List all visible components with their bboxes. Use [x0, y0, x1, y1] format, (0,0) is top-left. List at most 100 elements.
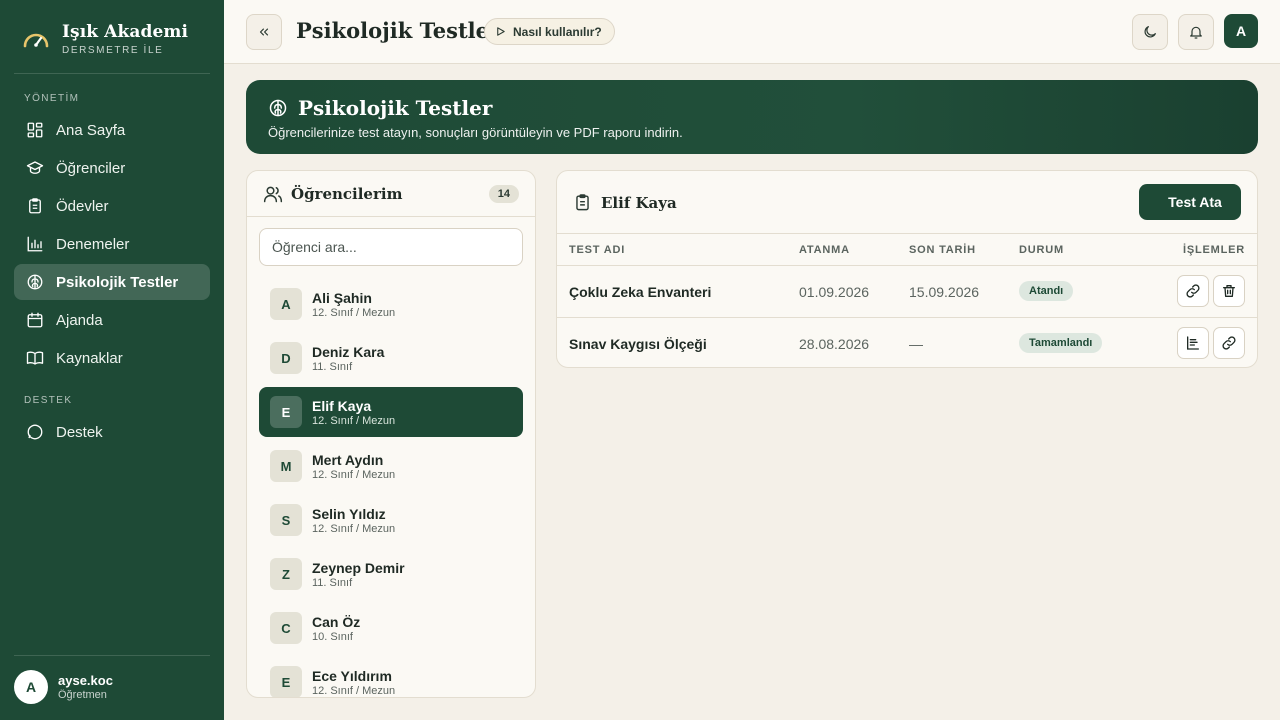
sidebar-item-students[interactable]: Öğrenciler	[14, 150, 210, 186]
sidebar-item-label: Öğrenciler	[56, 159, 126, 177]
column-status: DURUM	[1019, 244, 1064, 256]
brain-icon	[269, 99, 287, 117]
sidebar-item-label: Psikolojik Testler	[56, 273, 179, 291]
page-title: Psikolojik Testler	[296, 18, 501, 43]
sidebar-item-home[interactable]: Ana Sayfa	[14, 112, 210, 148]
student-grade: 11. Sınıf	[312, 576, 353, 589]
brain-icon	[27, 274, 43, 290]
sidebar-section-management: YÖNETİM	[24, 93, 80, 104]
column-assigned: ATANMA	[799, 244, 850, 256]
test-due-date: 15.09.2026	[909, 284, 980, 300]
student-name: Zeynep Demir	[312, 559, 405, 576]
student-item[interactable]: A Ali Şahin 12. Sınıf / Mezun	[259, 279, 523, 329]
sidebar-item-label: Denemeler	[56, 235, 130, 253]
sidebar-item-support[interactable]: Destek	[14, 414, 210, 450]
gauge-icon	[23, 33, 49, 48]
student-item[interactable]: S Selin Yıldız 12. Sınıf / Mezun	[259, 495, 523, 545]
student-name: Deniz Kara	[312, 343, 385, 360]
notifications-button[interactable]	[1178, 14, 1214, 50]
grid-icon	[27, 122, 43, 138]
report-icon	[1187, 336, 1199, 350]
link-icon	[1222, 336, 1236, 350]
sidebar-item-agenda[interactable]: Ajanda	[14, 302, 210, 338]
how-to-use-button[interactable]: Nasıl kullanılır?	[484, 18, 615, 45]
collapse-sidebar-button[interactable]	[246, 14, 282, 50]
column-test-name: TEST ADI	[569, 244, 626, 256]
chevrons-left-icon	[259, 28, 269, 36]
students-panel-title: Öğrencilerim	[291, 185, 403, 203]
student-grade: 12. Sınıf / Mezun	[312, 468, 396, 481]
student-grade: 12. Sınıf / Mezun	[312, 522, 396, 535]
student-grade: 12. Sınıf / Mezun	[312, 684, 396, 697]
sidebar: Işık Akademi DERSMETRE İLE YÖNETİM Ana S…	[0, 0, 224, 720]
clipboard-icon	[29, 198, 41, 214]
page-banner: Psikolojik Testler Öğrencilerinize test …	[246, 80, 1258, 154]
brand[interactable]: Işık Akademi DERSMETRE İLE	[22, 22, 188, 56]
test-due-date: —	[909, 336, 923, 352]
student-avatar: E	[270, 666, 302, 697]
copy-link-button[interactable]	[1177, 275, 1209, 307]
view-report-button[interactable]	[1177, 327, 1209, 359]
status-badge: Tamamlandı	[1019, 333, 1103, 353]
test-assigned-date: 01.09.2026	[799, 284, 870, 300]
sidebar-item-exams[interactable]: Denemeler	[14, 226, 210, 262]
student-grade: 10. Sınıf	[312, 630, 353, 643]
delete-test-button[interactable]	[1213, 275, 1245, 307]
brand-title: Işık Akademi	[62, 22, 189, 42]
sidebar-item-label: Kaynaklar	[56, 349, 123, 367]
how-to-use-label: Nasıl kullanılır?	[513, 24, 602, 39]
student-name: Elif Kaya	[312, 397, 372, 414]
users-icon	[263, 186, 283, 203]
bar-chart-icon	[27, 236, 43, 252]
sidebar-item-label: Destek	[56, 423, 103, 441]
clipboard-icon	[576, 194, 589, 211]
students-panel: Öğrencilerim 14 A Ali Şahin12. Sınıf / M…	[246, 170, 536, 698]
sidebar-section-support: DESTEK	[24, 395, 73, 406]
trash-icon	[1223, 285, 1235, 297]
student-name: Ali Şahin	[312, 289, 372, 306]
message-circle-icon	[27, 424, 43, 440]
calendar-icon	[27, 312, 43, 328]
banner-title-row: Psikolojik Testler	[268, 96, 492, 120]
sidebar-item-homework[interactable]: Ödevler	[14, 188, 210, 224]
header-avatar[interactable]: A	[1224, 14, 1258, 48]
student-avatar: M	[270, 450, 302, 482]
assign-test-button[interactable]: Test Ata	[1139, 184, 1241, 220]
student-name: Mert Aydın	[312, 451, 384, 468]
student-grade: 12. Sınıf / Mezun	[312, 414, 396, 427]
student-avatar: C	[270, 612, 302, 644]
sidebar-divider	[14, 73, 210, 74]
student-item[interactable]: C Can Öz 10. Sınıf	[259, 603, 523, 653]
student-item[interactable]: D Deniz Kara 11. Sınıf	[259, 333, 523, 383]
student-search-input[interactable]	[259, 228, 523, 266]
student-count-badge: 14	[488, 185, 519, 203]
student-name: Ece Yıldırım	[312, 667, 392, 684]
student-grade: 12. Sınıf / Mezun	[312, 306, 396, 319]
student-item[interactable]: E Ece Yıldırım 12. Sınıf / Mezun	[259, 657, 523, 697]
user-profile[interactable]: A ayse.koc Öğretmen	[14, 670, 113, 704]
sidebar-item-label: Ödevler	[56, 197, 109, 215]
top-header: Psikolojik Testler Nasıl kullanılır? A	[224, 0, 1280, 64]
student-item[interactable]: Z Zeynep Demir 11. Sınıf	[259, 549, 523, 599]
link-icon	[1186, 284, 1200, 298]
brand-subtitle: DERSMETRE İLE	[62, 45, 164, 56]
tests-table-header: TEST ADI ATANMA SON TARİH DURUM İŞLEMLER	[557, 233, 1257, 266]
sidebar-item-psych-tests[interactable]: Psikolojik Testler	[14, 264, 210, 300]
student-item-selected[interactable]: E Elif Kaya 12. Sınıf / Mezun	[259, 387, 523, 437]
test-name: Sınav Kaygısı Ölçeği	[569, 336, 707, 352]
sidebar-item-resources[interactable]: Kaynaklar	[14, 340, 210, 376]
user-avatar: A	[14, 670, 48, 704]
sidebar-divider	[14, 655, 210, 656]
copy-link-button[interactable]	[1213, 327, 1245, 359]
student-avatar: A	[270, 288, 302, 320]
theme-toggle-button[interactable]	[1132, 14, 1168, 50]
banner-description: Öğrencilerinize test atayın, sonuçları g…	[268, 125, 683, 140]
student-name: Selin Yıldız	[312, 505, 386, 522]
selected-student-name: Elif Kaya	[601, 194, 677, 212]
student-item[interactable]: M Mert Aydın 12. Sınıf / Mezun	[259, 441, 523, 491]
student-avatar: E	[270, 396, 302, 428]
sidebar-item-label: Ajanda	[56, 311, 103, 329]
user-role: Öğretmen	[58, 689, 107, 701]
student-avatar: Z	[270, 558, 302, 590]
play-icon	[497, 27, 505, 36]
